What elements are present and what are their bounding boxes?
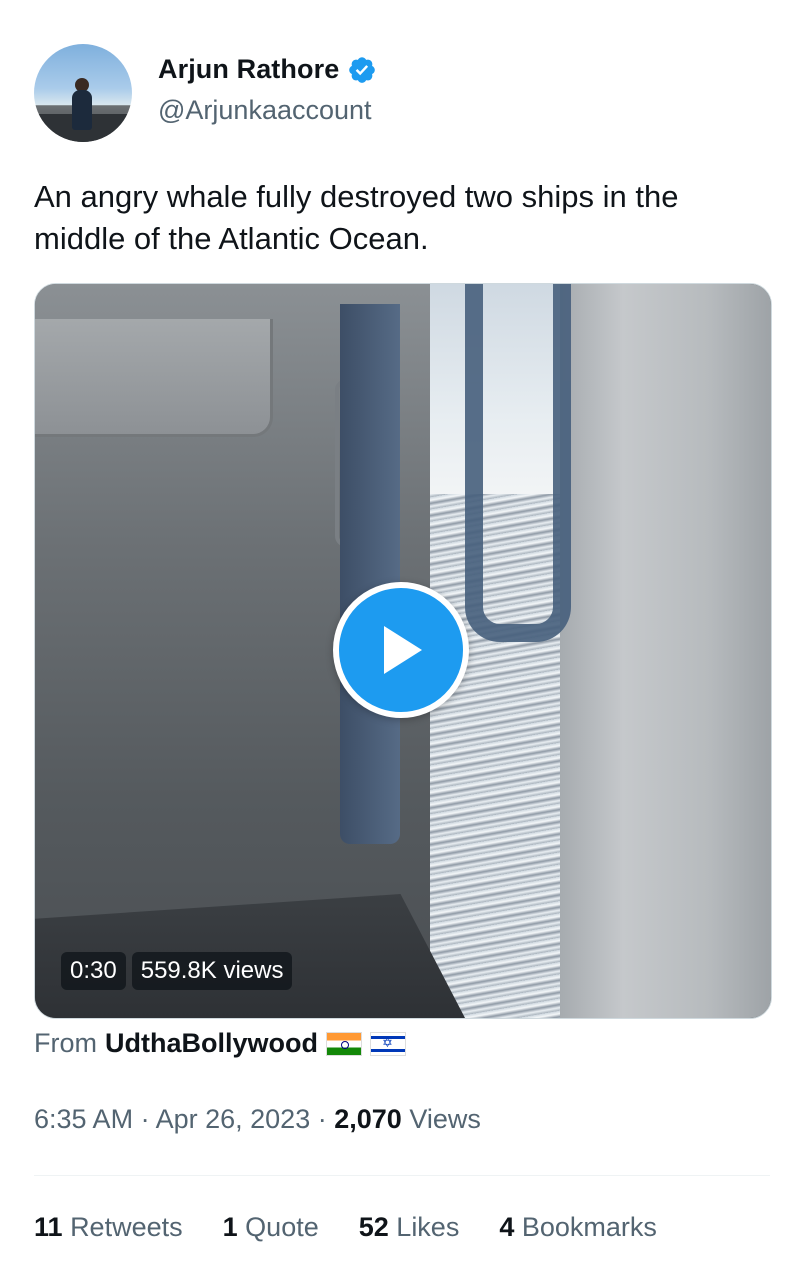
tweet-date[interactable]: Apr 26, 2023 [156, 1104, 311, 1134]
tweet-timestamp: 6:35 AM · Apr 26, 2023 · 2,070 Views [34, 1104, 481, 1135]
retweets-stat[interactable]: 11 Retweets [34, 1212, 183, 1243]
video-thumbnail-doorframe [340, 304, 400, 844]
tweet-views-count: 2,070 [334, 1104, 402, 1134]
video-thumbnail-panel [35, 319, 273, 437]
engagement-stats: 11 Retweets 1 Quote 52 Likes 4 Bookmarks [34, 1212, 697, 1243]
quotes-label: Quote [245, 1212, 319, 1242]
likes-stat[interactable]: 52 Likes [359, 1212, 460, 1243]
source-prefix: From [34, 1028, 97, 1058]
likes-count: 52 [358, 1212, 389, 1242]
avatar[interactable] [34, 44, 132, 142]
play-button[interactable] [333, 582, 469, 718]
separator: · [140, 1104, 150, 1134]
media-source: From UdthaBollywood [34, 1028, 406, 1059]
video-view-count: 559.8K views [131, 952, 293, 990]
video-thumbnail-wall [560, 284, 771, 1018]
tweet-text: An angry whale fully destroyed two ships… [34, 179, 679, 256]
source-account-link[interactable]: UdthaBollywood [105, 1028, 318, 1059]
retweets-count: 11 [34, 1212, 63, 1242]
quotes-count: 1 [222, 1212, 238, 1242]
likes-label: Likes [396, 1212, 460, 1242]
play-icon [384, 626, 422, 674]
video-player[interactable]: 0:30 559.8K views [34, 283, 772, 1019]
user-display-name[interactable]: Arjun Rathore [158, 54, 339, 85]
video-duration: 0:30 [61, 952, 126, 990]
retweets-label: Retweets [70, 1212, 183, 1242]
bookmarks-stat[interactable]: 4 Bookmarks [499, 1212, 657, 1243]
tweet-time[interactable]: 6:35 AM [34, 1104, 133, 1134]
quotes-stat[interactable]: 1 Quote [223, 1212, 319, 1243]
user-name[interactable]: Arjun Rathore [158, 54, 377, 85]
india-flag-icon [325, 1031, 362, 1056]
video-thumbnail-frame [465, 284, 571, 642]
tweet-views-label: Views [409, 1104, 481, 1134]
user-handle[interactable]: @Arjunkaaccount [158, 95, 372, 126]
bookmarks-label: Bookmarks [521, 1212, 657, 1242]
israel-flag-icon [369, 1031, 406, 1056]
video-meta: 0:30 559.8K views [61, 952, 293, 990]
bookmarks-count: 4 [499, 1212, 515, 1242]
verified-badge-icon [349, 56, 376, 83]
separator: · [317, 1104, 327, 1134]
divider [34, 1175, 770, 1176]
